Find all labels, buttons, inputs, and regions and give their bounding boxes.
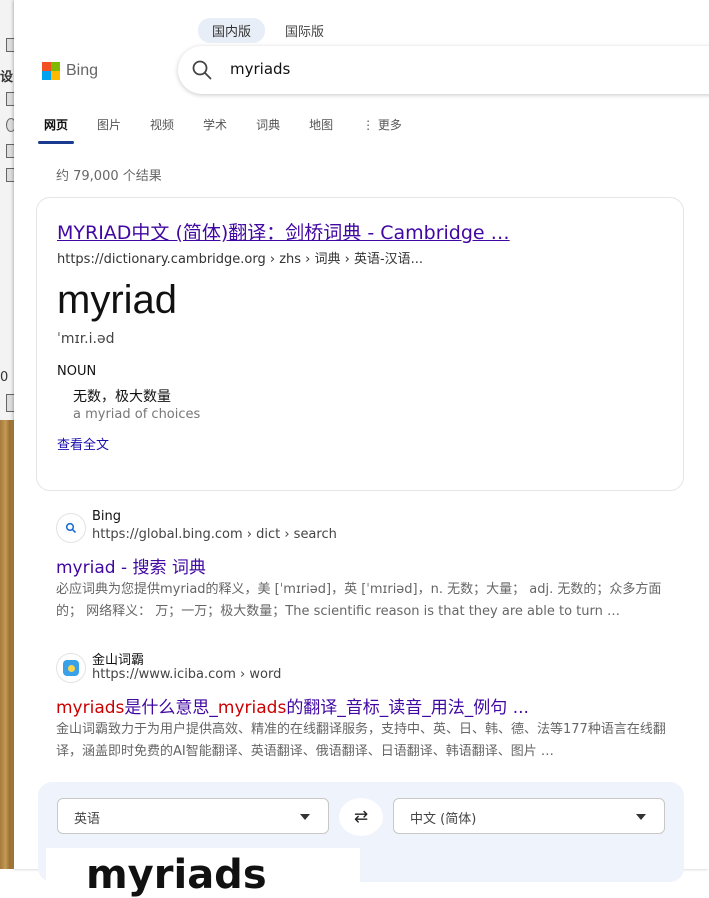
search-box[interactable]: myriads: [178, 46, 709, 94]
brand-name: Bing: [66, 62, 99, 79]
result-title-link[interactable]: myriad - 搜索 词典: [56, 553, 206, 578]
file-icon: [6, 168, 14, 182]
dictionary-card: MYRIAD中文 (简体)翻译：剑桥词典 - Cambridge … https…: [36, 197, 684, 491]
iciba-site-icon: [56, 653, 86, 683]
dict-card-title-link[interactable]: MYRIAD中文 (简体)翻译：剑桥词典 - Cambridge …: [57, 218, 510, 245]
result-title-link[interactable]: myriads是什么意思_myriads的翻译_音标_读音_用法_例句 ...: [56, 693, 529, 718]
translator-widget: 英语 ⇄ 中文 (简体) myriads: [38, 782, 684, 898]
swap-languages-button[interactable]: ⇄: [339, 798, 383, 836]
background-label: 设: [0, 70, 14, 85]
result-url[interactable]: https://global.bing.com › dict › search: [92, 527, 337, 542]
source-language-select[interactable]: 英语: [57, 798, 329, 834]
tab-more[interactable]: ⋮ 更多: [362, 116, 402, 144]
source-text[interactable]: myriads: [86, 852, 267, 898]
file-icon: [6, 144, 14, 158]
search-query[interactable]: myriads: [230, 60, 290, 78]
tab-more-label: 更多: [377, 118, 402, 132]
dict-example: a myriad of choices: [73, 407, 201, 422]
result-snippet: 金山词霸致力于为用户提供高效、精准的在线翻译服务，支持中、英、日、韩、德、法等1…: [56, 722, 666, 759]
swap-icon: ⇄: [353, 807, 369, 827]
target-language-label: 中文 (简体): [410, 812, 477, 827]
tab-academic[interactable]: 学术: [203, 116, 227, 144]
file-icon: [6, 38, 14, 52]
dict-pronunciation: ˈmɪr.i.əd: [57, 331, 115, 347]
source-language-label: 英语: [74, 812, 101, 827]
background-window: 设 0: [0, 0, 14, 869]
tab-videos[interactable]: 视频: [150, 116, 174, 144]
result-site-name: 金山词霸: [92, 653, 145, 668]
dict-word: myriad: [57, 278, 178, 322]
tab-maps[interactable]: 地图: [309, 116, 333, 144]
result-site-name: Bing: [92, 509, 122, 524]
title-text: 的翻译_音标_读音_用法_例句 ...: [286, 698, 529, 718]
desktop-wallpaper: [0, 420, 14, 869]
target-language-select[interactable]: 中文 (简体): [393, 798, 665, 834]
chevron-down-icon: [636, 814, 646, 820]
title-highlight: myriads: [56, 698, 125, 718]
dict-card-url[interactable]: https://dictionary.cambridge.org › zhs ›…: [57, 248, 423, 267]
result-snippet: 必应词典为您提供myriad的释义，美 [ˈmɪriəd]，英 [ˈmɪriəd…: [56, 582, 662, 619]
circle-icon: [6, 118, 14, 132]
tab-web[interactable]: 网页: [37, 116, 75, 144]
market-tab-international[interactable]: 国际版: [271, 18, 338, 43]
result-url[interactable]: https://www.iciba.com › word: [92, 667, 281, 682]
dict-definition: 无数，极大数量: [73, 389, 171, 405]
title-highlight: myriads: [217, 698, 287, 718]
title-text: 是什么意思_: [124, 698, 218, 718]
results-count: 约 79,000 个结果: [56, 169, 162, 184]
dict-more-link[interactable]: 查看全文: [57, 434, 109, 453]
search-icon[interactable]: [192, 60, 212, 80]
chevron-down-icon: [300, 814, 310, 820]
microsoft-logo-icon: [42, 62, 60, 80]
file-icon: [6, 92, 14, 106]
dict-part-of-speech: NOUN: [57, 364, 97, 379]
tab-dictionary[interactable]: 词典: [256, 116, 280, 144]
market-tab-domestic[interactable]: 国内版: [198, 18, 266, 43]
bing-site-icon: [56, 513, 86, 543]
file-icon: [6, 394, 14, 412]
source-text-pane[interactable]: myriads: [46, 848, 360, 898]
more-vertical-icon: ⋮: [362, 118, 375, 132]
background-label: 0: [0, 370, 9, 385]
bing-logo[interactable]: Bing: [42, 62, 98, 80]
tab-images[interactable]: 图片: [97, 116, 121, 144]
bing-results-page: 国内版 国际版 Bing myriads 网页 图片 视频 学术 词典 地图 ⋮…: [14, 0, 709, 898]
market-switch: 国内版 国际版: [198, 18, 338, 43]
search-tabs: 网页 图片 视频 学术 词典 地图 ⋮ 更多: [37, 116, 431, 144]
